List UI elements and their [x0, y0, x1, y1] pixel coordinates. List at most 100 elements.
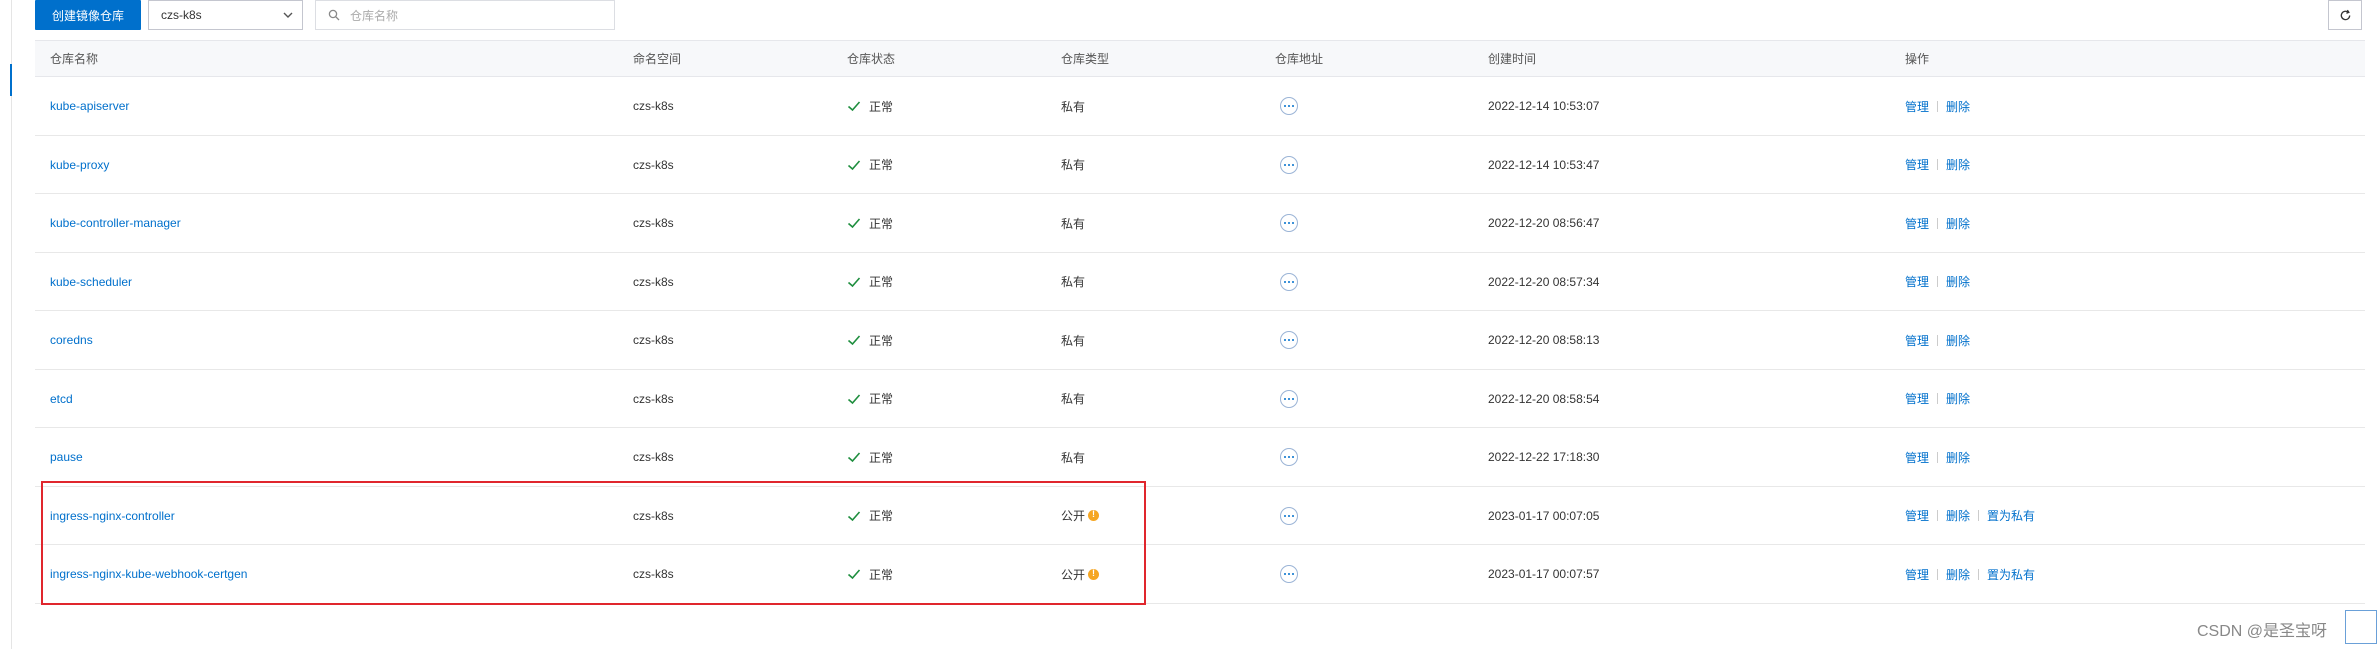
repo-type-text: 私有 [1061, 450, 1086, 465]
check-icon [847, 510, 861, 521]
more-icon[interactable] [1280, 565, 1298, 583]
repo-type-text: 公开 [1061, 509, 1086, 523]
op-separator [1937, 568, 1939, 580]
delete-link[interactable]: 删除 [1946, 507, 1970, 524]
manage-link[interactable]: 管理 [1905, 273, 1929, 290]
delete-link[interactable]: 删除 [1946, 215, 1970, 232]
check-icon [847, 276, 861, 287]
chevron-down-icon [283, 12, 293, 18]
more-icon[interactable] [1280, 389, 1298, 408]
op-separator [1937, 393, 1939, 404]
delete-link[interactable]: 删除 [1946, 566, 1970, 583]
op-separator [1937, 217, 1939, 229]
namespace-text: czs-k8s [633, 567, 674, 581]
more-icon[interactable] [1280, 506, 1298, 525]
delete-link[interactable]: 删除 [1946, 449, 1970, 466]
created-time: 2022-12-14 10:53:07 [1488, 99, 1600, 113]
more-icon[interactable] [1280, 331, 1298, 349]
more-icon[interactable] [1280, 214, 1298, 232]
repo-name-link[interactable]: kube-controller-manager [50, 216, 181, 230]
col-header-created: 创建时间 [1488, 52, 1537, 66]
table-body: kube-apiserver czs-k8s 正常 私有 2022-12-14 10:5… [35, 77, 2365, 604]
delete-link[interactable]: 删除 [1946, 98, 1970, 115]
created-time: 2022-12-20 08:58:13 [1488, 333, 1600, 347]
status-text: 正常 [869, 450, 894, 465]
table-header: 仓库名称 命名空间 仓库状态 仓库类型 仓库地址 创建时间 操作 [35, 40, 2365, 77]
namespace-text: czs-k8s [633, 216, 674, 230]
namespace-text: czs-k8s [633, 157, 674, 172]
repo-name-link[interactable]: kube-apiserver [50, 99, 129, 113]
table-row: coredns czs-k8s 正常 私有 2022-12-20 08:58:13 管理删… [35, 311, 2365, 370]
namespace-text: czs-k8s [633, 274, 674, 289]
warning-icon[interactable] [1088, 509, 1100, 521]
op-separator [1978, 510, 1980, 521]
repo-type-text: 私有 [1061, 333, 1086, 348]
manage-link[interactable]: 管理 [1905, 507, 1929, 524]
set-private-link[interactable]: 置为私有 [1987, 507, 2035, 524]
manage-link[interactable]: 管理 [1905, 332, 1929, 349]
check-icon [847, 101, 861, 112]
more-icon[interactable] [1280, 97, 1298, 115]
status-text: 正常 [869, 275, 894, 289]
op-separator [1937, 276, 1939, 287]
status-text: 正常 [869, 392, 894, 406]
table-row: ingress-nginx-kube-webhook-certgen czs-k8… [35, 545, 2365, 604]
more-icon[interactable] [1280, 448, 1298, 466]
refresh-icon [2340, 9, 2350, 20]
table-row: ingress-nginx-controller czs-k8s 正常 公开 2023-… [35, 487, 2365, 545]
manage-link[interactable]: 管理 [1905, 98, 1929, 115]
status-text: 正常 [869, 216, 894, 231]
manage-link[interactable]: 管理 [1905, 156, 1929, 173]
repo-table: 仓库名称 命名空间 仓库状态 仓库类型 仓库地址 创建时间 操作 kube-ap… [35, 40, 2365, 604]
col-header-namespace: 命名空间 [633, 52, 682, 66]
check-icon [847, 452, 861, 463]
repo-name-link[interactable]: coredns [50, 333, 93, 347]
repo-type-text: 私有 [1061, 158, 1086, 172]
table-row: kube-controller-manager czs-k8s 正常 私有 2022-1… [35, 194, 2365, 253]
more-icon[interactable] [1280, 272, 1298, 291]
search-icon [328, 9, 340, 21]
namespace-select[interactable]: czs-k8s [148, 0, 303, 30]
op-separator [1937, 334, 1939, 346]
manage-link[interactable]: 管理 [1905, 449, 1929, 466]
repo-name-link[interactable]: kube-scheduler [50, 275, 132, 289]
status-text: 正常 [869, 99, 894, 114]
check-icon [847, 393, 861, 404]
status-text: 正常 [869, 509, 894, 523]
manage-link[interactable]: 管理 [1905, 215, 1929, 232]
repo-name-link[interactable]: kube-proxy [50, 158, 109, 172]
created-time: 2023-01-17 00:07:05 [1488, 508, 1600, 523]
set-private-link[interactable]: 置为私有 [1987, 566, 2035, 583]
delete-link[interactable]: 删除 [1946, 390, 1970, 407]
repo-type-text: 私有 [1061, 99, 1086, 114]
repo-type-text: 私有 [1061, 216, 1086, 231]
more-icon[interactable] [1280, 155, 1298, 174]
warning-icon[interactable] [1088, 568, 1100, 580]
repo-name-link[interactable]: pause [50, 450, 83, 464]
status-text: 正常 [869, 158, 894, 172]
op-separator [1978, 568, 1980, 580]
refresh-button[interactable] [2328, 0, 2362, 30]
search-input[interactable]: 仓库名称 [315, 0, 615, 30]
delete-link[interactable]: 删除 [1946, 273, 1970, 290]
toolbar: 创建镜像仓库 czs-k8s 仓库名称 [35, 0, 2365, 34]
namespace-text: czs-k8s [633, 450, 674, 464]
created-time: 2023-01-17 00:07:57 [1488, 567, 1600, 581]
delete-link[interactable]: 删除 [1946, 332, 1970, 349]
create-repo-button[interactable]: 创建镜像仓库 [35, 0, 141, 30]
op-separator [1937, 100, 1939, 112]
table-row: kube-scheduler czs-k8s 正常 私有 2022-12-20 08:5… [35, 253, 2365, 311]
corner-widget [2345, 610, 2377, 644]
op-separator [1937, 510, 1939, 521]
col-header-actions: 操作 [1905, 52, 1930, 66]
created-time: 2022-12-22 17:18:30 [1488, 450, 1600, 464]
created-time: 2022-12-20 08:56:47 [1488, 216, 1600, 230]
manage-link[interactable]: 管理 [1905, 566, 1929, 583]
repo-name-link[interactable]: etcd [50, 392, 73, 406]
repo-name-link[interactable]: ingress-nginx-controller [50, 509, 175, 523]
table-row: kube-apiserver czs-k8s 正常 私有 2022-12-14 10:5… [35, 77, 2365, 136]
repo-name-link[interactable]: ingress-nginx-kube-webhook-certgen [50, 567, 247, 581]
manage-link[interactable]: 管理 [1905, 390, 1929, 407]
search-placeholder: 仓库名称 [350, 8, 399, 23]
delete-link[interactable]: 删除 [1946, 156, 1970, 173]
